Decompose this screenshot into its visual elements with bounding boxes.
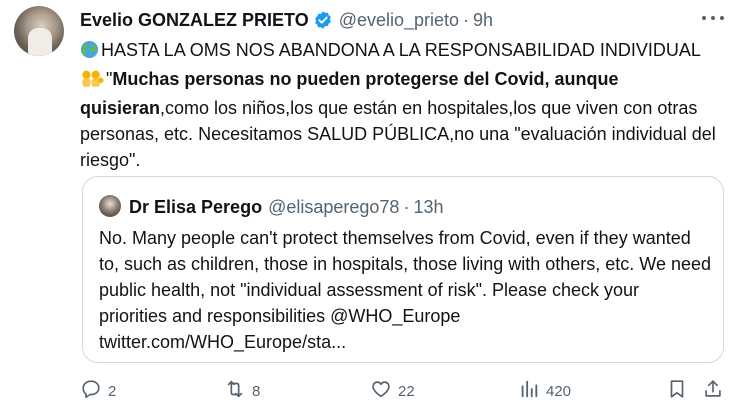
tweet-time[interactable]: 9h [473, 10, 493, 31]
quoted-handle: @elisaperego78 [268, 196, 400, 217]
quoted-author-name: Dr Elisa Perego [129, 196, 263, 217]
quoted-tweet-card[interactable]: Dr Elisa Perego @elisaperego78 · 13h No.… [82, 176, 724, 363]
author-handle[interactable]: @evelio_prieto [339, 10, 459, 31]
reply-count: 2 [108, 382, 117, 400]
like-button[interactable]: 22 [370, 378, 415, 404]
like-count: 22 [398, 382, 415, 400]
author-name[interactable]: Evelio GONZALEZ PRIETO [80, 10, 309, 31]
bookmark-button[interactable] [666, 378, 688, 404]
bookmark-icon [666, 378, 688, 404]
tweet-rest-text: ,como los niños,los que están en hospita… [80, 98, 716, 170]
views-icon [518, 378, 540, 404]
tweet-text: HASTA LA OMS NOS ABANDONA A LA RESPONSAB… [80, 37, 720, 173]
reply-button[interactable]: 2 [80, 378, 116, 404]
action-bar: 2 8 22 420 [80, 378, 726, 404]
retweet-count: 8 [252, 382, 261, 400]
retweet-button[interactable]: 8 [224, 378, 260, 404]
reply-icon [80, 378, 102, 404]
globe-icon [80, 40, 99, 66]
views-button[interactable]: 420 [518, 378, 571, 404]
author-avatar[interactable] [14, 6, 64, 56]
retweet-icon [224, 378, 246, 404]
more-icon[interactable] [702, 10, 724, 26]
quoted-author-avatar [99, 195, 121, 217]
share-icon [702, 378, 724, 404]
quoted-text: No. Many people can't protect themselves… [99, 228, 711, 352]
family-icon [80, 69, 104, 95]
share-button[interactable] [702, 378, 724, 404]
tweet-header: Evelio GONZALEZ PRIETO @evelio_prieto · … [80, 8, 493, 32]
quoted-time: 13h [413, 196, 444, 217]
quoted-header: Dr Elisa Perego @elisaperego78 · 13h [129, 195, 443, 219]
quoted-separator-dot: · [403, 196, 410, 217]
tweet-line1: HASTA LA OMS NOS ABANDONA A LA RESPONSAB… [101, 40, 701, 60]
separator-dot: · [463, 9, 470, 30]
views-count: 420 [546, 382, 572, 400]
verified-badge-icon[interactable] [313, 10, 333, 30]
like-icon [370, 378, 392, 404]
